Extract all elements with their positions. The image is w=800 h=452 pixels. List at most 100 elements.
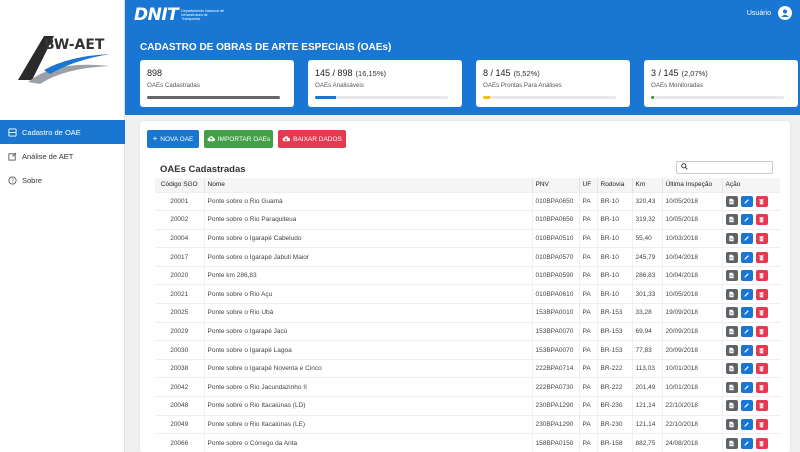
- delete-trash-icon[interactable]: [755, 307, 768, 319]
- column-header-nome[interactable]: Nome: [204, 178, 533, 192]
- delete-trash-icon[interactable]: [755, 251, 768, 263]
- table-row[interactable]: 20025 Ponte sobre o Rio Ubá 153BPA0010 PA BR…: [155, 303, 780, 323]
- view-document-icon[interactable]: [725, 214, 738, 226]
- download-data-button[interactable]: BAIXAR DADOS: [278, 130, 346, 148]
- cell-km: 121,14: [632, 396, 663, 416]
- edit-pencil-icon[interactable]: [740, 418, 753, 430]
- view-document-icon[interactable]: [725, 232, 738, 244]
- table-row[interactable]: 20021 Ponte sobre o Rio Açu 010BPA0610 PA BR…: [155, 284, 780, 304]
- delete-trash-icon[interactable]: [755, 195, 768, 207]
- column-header-rodovia[interactable]: Rodovia: [597, 178, 633, 192]
- delete-trash-icon[interactable]: [755, 214, 768, 226]
- cell-km: 121,14: [632, 414, 663, 434]
- cell-pnv: 153BPA0010: [532, 303, 580, 323]
- table-row[interactable]: 20038 Ponte sobre o Igarapé Noventa e Cin…: [155, 358, 780, 378]
- sidebar-item-cadastro[interactable]: Cadastro de OAE: [0, 120, 125, 144]
- cell-km: 33,28: [632, 303, 663, 323]
- analysis-icon: [7, 151, 17, 161]
- search-input[interactable]: [691, 164, 771, 171]
- delete-trash-icon[interactable]: [755, 400, 768, 412]
- table-row[interactable]: 20066 Ponte sobre o Córrego da Anta 158BPA…: [155, 433, 780, 452]
- cell-ultima-inspecao: 10/03/2018: [662, 228, 723, 248]
- column-header-km[interactable]: Km: [632, 178, 663, 192]
- edit-pencil-icon[interactable]: [740, 251, 753, 263]
- edit-pencil-icon[interactable]: [740, 437, 753, 449]
- edit-pencil-icon[interactable]: [740, 288, 753, 300]
- cell-rodovia: BR-153: [597, 321, 633, 341]
- edit-pencil-icon[interactable]: [740, 195, 753, 207]
- view-document-icon[interactable]: [725, 307, 738, 319]
- table-row[interactable]: 20049 Ponte sobre o Rio Itacaiúnas (LE) 23…: [155, 414, 780, 434]
- edit-pencil-icon[interactable]: [740, 232, 753, 244]
- view-document-icon[interactable]: [725, 325, 738, 337]
- view-document-icon[interactable]: [725, 344, 738, 356]
- table-row[interactable]: 20017 Ponte sobre o Igarapé Jabuti Maior 0…: [155, 247, 780, 267]
- cell-ultima-inspecao: 20/09/2018: [662, 321, 723, 341]
- table-body: 20001 Ponte sobre o Rio Guamá 010BPA0650 PA…: [155, 191, 780, 452]
- cell-pnv: 010BPA0650: [532, 210, 580, 230]
- view-document-icon[interactable]: [725, 437, 738, 449]
- edit-pencil-icon[interactable]: [740, 307, 753, 319]
- stat-label: OAEs Prontas Para Análises: [483, 82, 562, 89]
- delete-trash-icon[interactable]: [755, 325, 768, 337]
- table-row[interactable]: 20001 Ponte sobre o Rio Guamá 010BPA0650 PA…: [155, 191, 780, 211]
- cell-nome: Ponte sobre o Igarapé Jabuti Maior: [204, 247, 533, 267]
- edit-pencil-icon[interactable]: [740, 400, 753, 412]
- search-box[interactable]: [676, 161, 773, 174]
- table-row[interactable]: 20029 Ponte sobre o Igarapé Jacú 153BPA007…: [155, 321, 780, 341]
- cell-acao: [722, 433, 780, 452]
- delete-trash-icon[interactable]: [755, 270, 768, 282]
- row-actions: [725, 288, 778, 300]
- edit-pencil-icon[interactable]: [740, 214, 753, 226]
- view-document-icon[interactable]: [725, 381, 738, 393]
- cell-ultima-inspecao: 24/08/2018: [662, 433, 723, 452]
- cell-km: 286,83: [632, 265, 663, 285]
- table-row[interactable]: 20030 Ponte sobre o Igarapé Lagoa 153BPA00…: [155, 340, 780, 360]
- view-document-icon[interactable]: [725, 195, 738, 207]
- column-header-uf[interactable]: UF: [579, 178, 598, 192]
- delete-trash-icon[interactable]: [755, 437, 768, 449]
- import-oae-button[interactable]: IMPORTAR OAEs: [204, 130, 273, 148]
- delete-trash-icon[interactable]: [755, 344, 768, 356]
- stat-card-prontas: 8 / 145 (5,52%) OAEs Prontas Para Análise…: [476, 60, 630, 107]
- stat-card-analisaveis: 145 / 898 (16,15%) OAEs Analisáveis: [308, 60, 462, 107]
- table-row[interactable]: 20002 Ponte sobre o Rio Paraquiteua 010BPA…: [155, 210, 780, 230]
- new-oae-button[interactable]: + NOVA OAE: [147, 130, 199, 148]
- view-document-icon[interactable]: [725, 288, 738, 300]
- view-document-icon[interactable]: [725, 418, 738, 430]
- edit-pencil-icon[interactable]: [740, 363, 753, 375]
- view-document-icon[interactable]: [725, 363, 738, 375]
- edit-pencil-icon[interactable]: [740, 381, 753, 393]
- table-row[interactable]: 20020 Ponte km 286,83 010BPA0590 PA BR-10 286…: [155, 265, 780, 285]
- sidebar-item-sobre[interactable]: ? Sobre: [0, 168, 125, 192]
- sidebar-item-analise[interactable]: Análise de AET: [0, 144, 125, 168]
- delete-trash-icon[interactable]: [755, 232, 768, 244]
- edit-pencil-icon[interactable]: [740, 344, 753, 356]
- table-row[interactable]: 20048 Ponte sobre o Rio Itacaiúnas (LD) 23…: [155, 396, 780, 416]
- table-row[interactable]: 20004 Ponte sobre o Igarapé Cabeludo 010BP…: [155, 228, 780, 248]
- column-header-ultima-inspecao[interactable]: Última Inspeção: [662, 178, 723, 192]
- user-menu[interactable]: Usuário: [747, 6, 792, 20]
- view-document-icon[interactable]: [725, 400, 738, 412]
- table-row[interactable]: 20042 Ponte sobre o Rio Jacundazinho II 22…: [155, 377, 780, 397]
- stat-label: OAEs Cadastradas: [147, 82, 200, 89]
- view-document-icon[interactable]: [725, 270, 738, 282]
- edit-pencil-icon[interactable]: [740, 325, 753, 337]
- column-header-acao: Ação: [722, 178, 780, 192]
- delete-trash-icon[interactable]: [755, 288, 768, 300]
- cell-uf: PA: [579, 433, 598, 452]
- cell-nome: Ponte sobre o Rio Ubá: [204, 303, 533, 323]
- stat-label: OAEs Monitoradas: [651, 82, 703, 89]
- stat-value: 3 / 145: [651, 68, 679, 78]
- column-header-codigo[interactable]: Código SGO: [155, 178, 205, 192]
- view-document-icon[interactable]: [725, 251, 738, 263]
- delete-trash-icon[interactable]: [755, 363, 768, 375]
- column-header-pnv[interactable]: PNV: [532, 178, 580, 192]
- edit-pencil-icon[interactable]: [740, 270, 753, 282]
- row-actions: [725, 270, 778, 282]
- delete-trash-icon[interactable]: [755, 418, 768, 430]
- cell-codigo: 20038: [155, 358, 205, 378]
- delete-trash-icon[interactable]: [755, 381, 768, 393]
- user-avatar-icon[interactable]: [778, 6, 792, 20]
- plus-icon: +: [152, 134, 158, 143]
